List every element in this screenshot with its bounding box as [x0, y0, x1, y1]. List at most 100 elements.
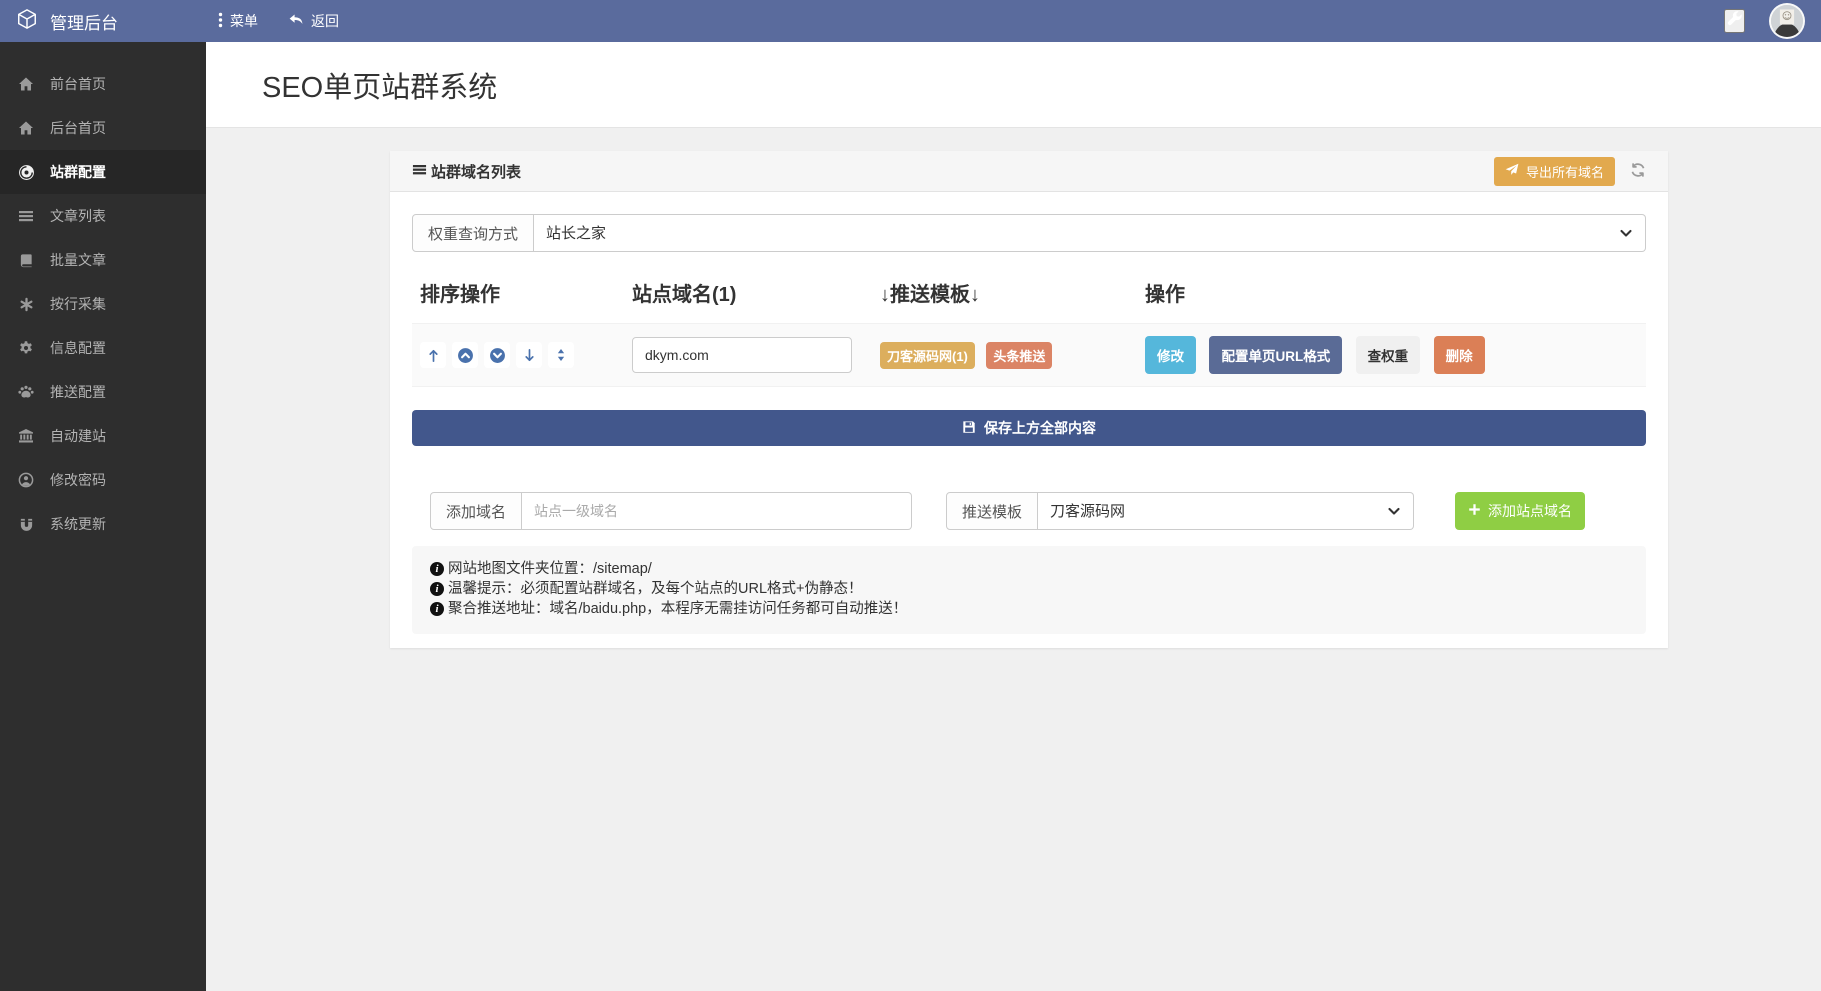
sidebar-item-label: 修改密码	[50, 472, 106, 488]
notes-box: 网站地图文件夹位置：/sitemap/ 温馨提示：必须配置站群域名，及每个站点的…	[412, 546, 1646, 634]
panel-title: 站群域名列表	[412, 161, 521, 182]
move-up-button[interactable]	[452, 342, 478, 368]
sidebar-item-row-collect[interactable]: 按行采集	[0, 282, 206, 326]
sidebar-item-label: 站群配置	[50, 164, 106, 180]
url-format-button[interactable]: 配置单页URL格式	[1209, 336, 1343, 374]
list-icon	[17, 208, 35, 224]
wrench-icon	[1726, 11, 1743, 31]
sort-icon	[557, 349, 565, 361]
bank-icon	[17, 428, 35, 444]
check-weight-button[interactable]: 查权重	[1355, 336, 1421, 374]
sidebar-item-label: 后台首页	[50, 120, 106, 136]
floppy-icon	[962, 420, 976, 437]
domain-list-panel: 站群域名列表 导出所有域名 权重查询方式 站长之家 排序操作 站点域名(1) ↓…	[390, 151, 1668, 648]
magnet-icon	[17, 517, 35, 532]
domain-input[interactable]	[632, 337, 852, 373]
cube-logo-icon	[16, 8, 38, 35]
move-bottom-button[interactable]	[516, 342, 542, 368]
bars-icon	[412, 162, 427, 181]
toutiao-push-badge[interactable]: 头条推送	[986, 341, 1053, 369]
add-domain-input[interactable]	[522, 492, 912, 530]
sidebar-item-label: 推送配置	[50, 384, 106, 400]
sidebar-item-label: 系统更新	[50, 516, 106, 532]
weight-query-label: 权重查询方式	[412, 214, 535, 252]
note-push-address: 聚合推送地址：域名/baidu.php，本程序无需挂访问任务都可自动推送！	[430, 599, 1628, 619]
sidebar-item-label: 按行采集	[50, 296, 106, 312]
sidebar-item-article-list[interactable]: 文章列表	[0, 194, 206, 238]
plus-icon	[1468, 503, 1481, 519]
arrow-down-icon	[524, 348, 534, 361]
gear-icon	[17, 340, 35, 356]
delete-button[interactable]: 删除	[1433, 336, 1485, 374]
circle-chevron-up-icon	[457, 347, 473, 363]
reply-arrow-icon	[288, 12, 304, 30]
sidebar-item-push-config[interactable]: 推送配置	[0, 370, 206, 414]
panel-header: 站群域名列表 导出所有域名	[390, 151, 1668, 192]
back-button[interactable]: 返回	[288, 11, 339, 31]
user-circle-icon	[17, 472, 35, 488]
template-badges: 刀客源码网(1) 头条推送	[880, 341, 1145, 369]
sidebar-item-system-update[interactable]: 系统更新	[0, 502, 206, 546]
move-down-button[interactable]	[484, 342, 510, 368]
menu-toggle-button[interactable]: 菜单	[218, 11, 258, 31]
row-actions: 修改 配置单页URL格式 查权重 删除	[1145, 336, 1646, 374]
push-template-badge[interactable]: 刀客源码网(1)	[880, 341, 975, 369]
sort-controls	[420, 342, 632, 368]
book-icon	[17, 253, 35, 268]
sidebar-item-site-cluster-config[interactable]: 站群配置	[0, 150, 206, 194]
add-site-domain-button[interactable]: 添加站点域名	[1455, 492, 1585, 530]
menu-label: 菜单	[230, 13, 258, 29]
add-domain-row: 添加域名 推送模板 刀客源码网 添加站点域名	[412, 492, 1646, 530]
back-label: 返回	[311, 13, 339, 29]
refresh-icon	[1630, 162, 1646, 181]
info-icon	[430, 602, 444, 616]
sidebar: 前台首页 后台首页 站群配置 文章列表 批量文章 按行采集 信息配置 推送配置 …	[0, 42, 206, 991]
table-row: 刀客源码网(1) 头条推送 修改 配置单页URL格式 查权重 删除	[412, 323, 1646, 387]
sidebar-item-auto-site[interactable]: 自动建站	[0, 414, 206, 458]
column-header-sort: 排序操作	[420, 284, 500, 306]
column-header-actions: 操作	[1145, 284, 1185, 306]
home-icon	[17, 76, 35, 92]
sidebar-item-frontend-home[interactable]: 前台首页	[0, 62, 206, 106]
circle-chevron-down-icon	[489, 347, 505, 363]
move-top-button[interactable]	[420, 342, 446, 368]
asterisk-icon	[17, 297, 35, 312]
save-all-button[interactable]: 保存上方全部内容	[412, 410, 1646, 446]
home-icon	[17, 120, 35, 136]
main-content: SEO单页站群系统 站群域名列表 导出所有域名 权重查询方式 站长之家 排序操作…	[206, 42, 1821, 991]
add-domain-label: 添加域名	[430, 492, 523, 530]
ellipsis-v-icon	[218, 12, 223, 31]
sidebar-item-info-config[interactable]: 信息配置	[0, 326, 206, 370]
wrench-button[interactable]	[1724, 9, 1745, 33]
push-template-group: 推送模板 刀客源码网	[946, 492, 1414, 530]
sort-toggle-button[interactable]	[548, 342, 574, 368]
paper-plane-icon	[1505, 163, 1519, 180]
title-bar: SEO单页站群系统	[206, 42, 1821, 128]
push-template-label: 推送模板	[946, 492, 1039, 530]
sidebar-item-change-password[interactable]: 修改密码	[0, 458, 206, 502]
edit-button[interactable]: 修改	[1145, 336, 1196, 374]
arrow-up-icon	[428, 349, 438, 362]
column-header-template: ↓推送模板↓	[880, 284, 980, 306]
weight-query-select[interactable]: 站长之家	[534, 214, 1646, 252]
sidebar-item-label: 信息配置	[50, 340, 106, 356]
add-domain-group: 添加域名	[430, 492, 912, 530]
push-template-select[interactable]: 刀客源码网	[1038, 492, 1414, 530]
top-navbar: 管理后台 菜单 返回	[0, 0, 1821, 42]
sidebar-item-label: 文章列表	[50, 208, 106, 224]
brand[interactable]: 管理后台	[0, 8, 206, 35]
globe-icon	[17, 164, 35, 181]
sidebar-item-label: 自动建站	[50, 428, 106, 444]
export-all-domains-button[interactable]: 导出所有域名	[1493, 156, 1615, 186]
panel-body: 权重查询方式 站长之家 排序操作 站点域名(1) ↓推送模板↓ 操作 dkym.…	[390, 192, 1668, 648]
info-icon	[430, 582, 444, 596]
note-sitemap: 网站地图文件夹位置：/sitemap/	[430, 559, 1628, 579]
refresh-button[interactable]	[1630, 162, 1646, 181]
user-avatar[interactable]	[1769, 3, 1805, 39]
sidebar-item-backend-home[interactable]: 后台首页	[0, 106, 206, 150]
note-tip: 温馨提示：必须配置站群域名，及每个站点的URL格式+伪静态！	[430, 579, 1628, 599]
info-icon	[430, 562, 444, 576]
brand-label: 管理后台	[50, 13, 118, 33]
sidebar-item-batch-articles[interactable]: 批量文章	[0, 238, 206, 282]
paw-icon	[17, 384, 35, 400]
